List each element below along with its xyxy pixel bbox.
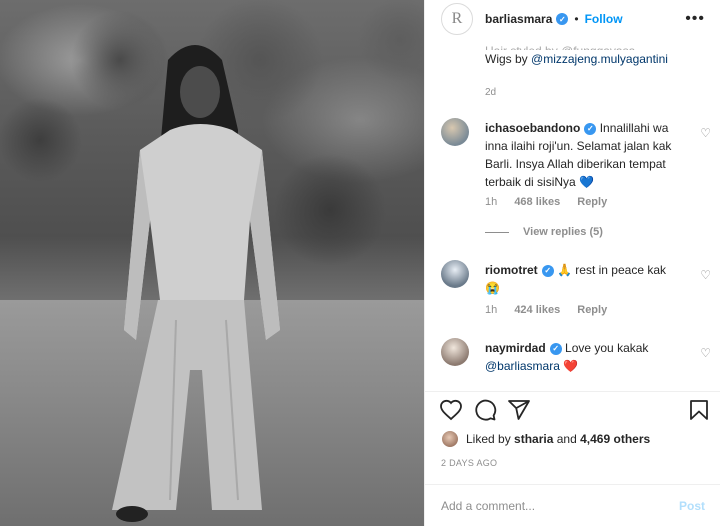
comment-emoji: ❤️ [563, 359, 579, 373]
logo-glyph: R [451, 10, 463, 27]
comment-body: riomotret ✓ 🙏 rest in peace kak 😭 [485, 261, 681, 297]
comment-username[interactable]: naymirdad [485, 341, 546, 355]
verified-icon: ✓ [541, 264, 554, 277]
header-separator: • [574, 12, 579, 26]
actions-divider [425, 391, 720, 392]
comment-meta: 1h 468 likes Reply [485, 196, 621, 208]
comment-item: riomotret ✓ 🙏 rest in peace kak 😭 ♡ 1h 42… [441, 260, 711, 320]
caption-timestamp: 2d [485, 87, 497, 98]
verified-icon: ✓ [549, 342, 562, 355]
view-replies-button[interactable]: View replies (5) [485, 226, 603, 238]
comment-body: ichasoebandono ✓ Innalillahi wa inna ilai… [485, 119, 681, 191]
comment-time: 1h [485, 196, 498, 208]
view-replies-label: View replies (5) [523, 226, 603, 238]
comment-text: Love you kakak [565, 341, 649, 355]
likes-summary: Liked by stharia and 4,469 others [441, 430, 650, 448]
comment-text: 🙏 rest in peace kak [557, 263, 667, 277]
comment-likes[interactable]: 424 likes [514, 304, 560, 316]
comment-icon[interactable] [473, 398, 497, 422]
post-actions [439, 398, 711, 424]
view-replies-line [485, 231, 509, 233]
comment-reply-button[interactable]: Reply [577, 304, 607, 316]
comment-input[interactable] [441, 498, 679, 513]
share-icon[interactable] [507, 398, 531, 422]
comment-reply-button[interactable]: Reply [577, 196, 607, 208]
bookmark-icon[interactable] [687, 398, 711, 422]
header-username[interactable]: barliasmara [485, 12, 552, 26]
verified-icon: ✓ [556, 13, 569, 25]
comment-item: naymirdad ✓ Love you kakak @barliasmara ❤… [441, 338, 711, 382]
add-comment-bar: Post [425, 484, 720, 526]
comment-mention[interactable]: @barliasmara [485, 359, 560, 373]
liker-avatar[interactable] [441, 430, 459, 448]
follow-button[interactable]: Follow [585, 12, 623, 26]
heart-icon[interactable] [439, 398, 463, 422]
comment-body: naymirdad ✓ Love you kakak @barliasmara ❤… [485, 339, 681, 375]
post-timestamp: 2 DAYS AGO [441, 458, 498, 468]
likes-user[interactable]: stharia [514, 432, 553, 446]
comment-time: 1h [485, 304, 498, 316]
verified-icon: ✓ [584, 122, 597, 135]
likes-prefix: Liked by [466, 432, 511, 446]
comment-meta: 1h 424 likes Reply [485, 304, 621, 316]
post-photo[interactable] [0, 0, 424, 526]
comment-item: ichasoebandono ✓ Innalillahi wa inna ilai… [441, 118, 711, 213]
comment-username[interactable]: ichasoebandono [485, 121, 580, 135]
likes-others[interactable]: 4,469 others [580, 432, 650, 446]
comment-avatar[interactable] [441, 118, 469, 146]
post-side-panel: R barliasmara ✓ • Follow ••• Hair styled… [424, 0, 720, 526]
caption-mention[interactable]: @mizzajeng.mulyagantini [531, 52, 668, 66]
comment-like-heart-icon[interactable]: ♡ [700, 346, 711, 360]
comment-avatar[interactable] [441, 260, 469, 288]
comment-likes[interactable]: 468 likes [514, 196, 560, 208]
comment-like-heart-icon[interactable]: ♡ [700, 268, 711, 282]
profile-avatar[interactable]: R [441, 3, 473, 35]
photo-subject [112, 45, 280, 522]
likes-connector: and [556, 432, 577, 446]
post-comment-button[interactable]: Post [679, 499, 705, 513]
comment-like-heart-icon[interactable]: ♡ [700, 126, 711, 140]
post-header: R barliasmara ✓ • Follow ••• [425, 0, 720, 38]
more-icon[interactable]: ••• [685, 10, 705, 28]
comment-emoji: 💙 [579, 175, 594, 189]
caption-wigs-prefix: Wigs by [485, 52, 528, 66]
caption-cut-line: Hair styled by @funggayasa [485, 42, 705, 50]
caption-text: Hair styled by @funggayasa Wigs by @mizz… [485, 42, 705, 68]
comment-emoji: 😭 [485, 281, 500, 295]
comment-avatar[interactable] [441, 338, 469, 366]
comment-username[interactable]: riomotret [485, 263, 538, 277]
